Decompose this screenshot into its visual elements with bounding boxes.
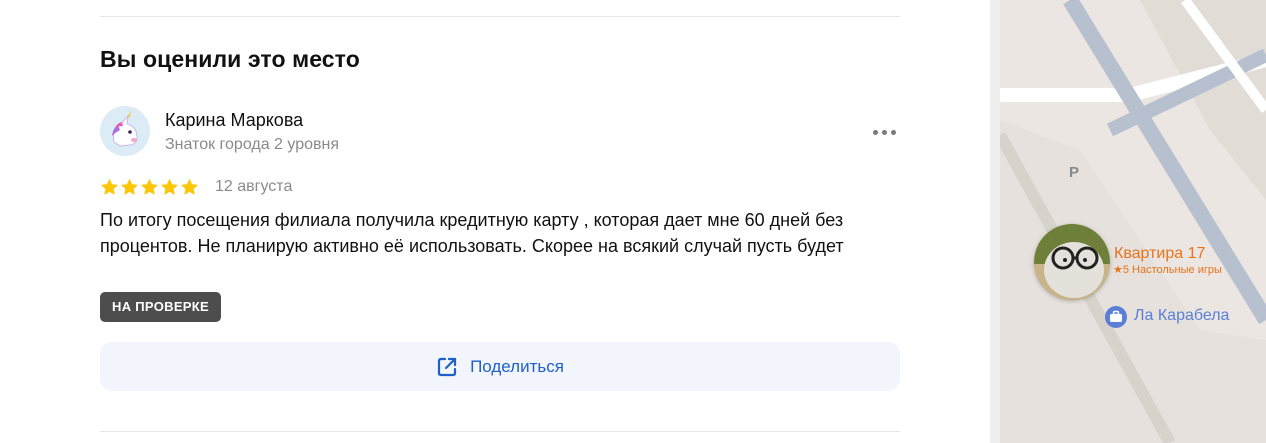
- star-icon: [160, 178, 179, 195]
- map-place-name[interactable]: Квартира 17: [1114, 245, 1205, 263]
- star-icon: [140, 178, 159, 195]
- share-button[interactable]: Поделиться: [100, 342, 900, 391]
- divider: [100, 16, 900, 17]
- review-text: По итогу посещения филиала получила кред…: [100, 210, 844, 256]
- scrollbar[interactable]: [990, 0, 1000, 443]
- map-view[interactable]: P: [1000, 0, 1266, 443]
- briefcase-icon[interactable]: [1105, 306, 1127, 328]
- author-avatar[interactable]: [100, 106, 150, 156]
- more-options-button[interactable]: [870, 122, 900, 142]
- author-level: Знаток города 2 уровня: [165, 136, 340, 153]
- star-icon: [100, 178, 119, 195]
- star-icon: [180, 178, 199, 195]
- place-photo-marker[interactable]: [1034, 224, 1110, 300]
- status-badge: НА ПРОВЕРКЕ: [100, 292, 221, 322]
- star-icon: [120, 178, 139, 195]
- map-background: [1000, 0, 1266, 443]
- review-date: 12 августа: [215, 178, 293, 195]
- place-photo: [1034, 224, 1110, 300]
- map-place-name[interactable]: Ла Карабела: [1134, 307, 1229, 325]
- divider: [100, 431, 900, 432]
- share-icon: [437, 357, 457, 376]
- parking-icon[interactable]: P: [1069, 164, 1079, 181]
- author-name[interactable]: Карина Маркова: [165, 110, 303, 131]
- section-heading: Вы оценили это место: [100, 46, 360, 72]
- more-dots-icon: [873, 130, 878, 135]
- review-panel: Вы оценили это место Карина Маркова Знат…: [0, 0, 990, 443]
- share-label: Поделиться: [470, 356, 564, 376]
- rating-stars: [100, 178, 199, 196]
- map-place-subtitle: ★5 Настольные игры: [1113, 264, 1222, 276]
- unicorn-icon: [100, 106, 150, 156]
